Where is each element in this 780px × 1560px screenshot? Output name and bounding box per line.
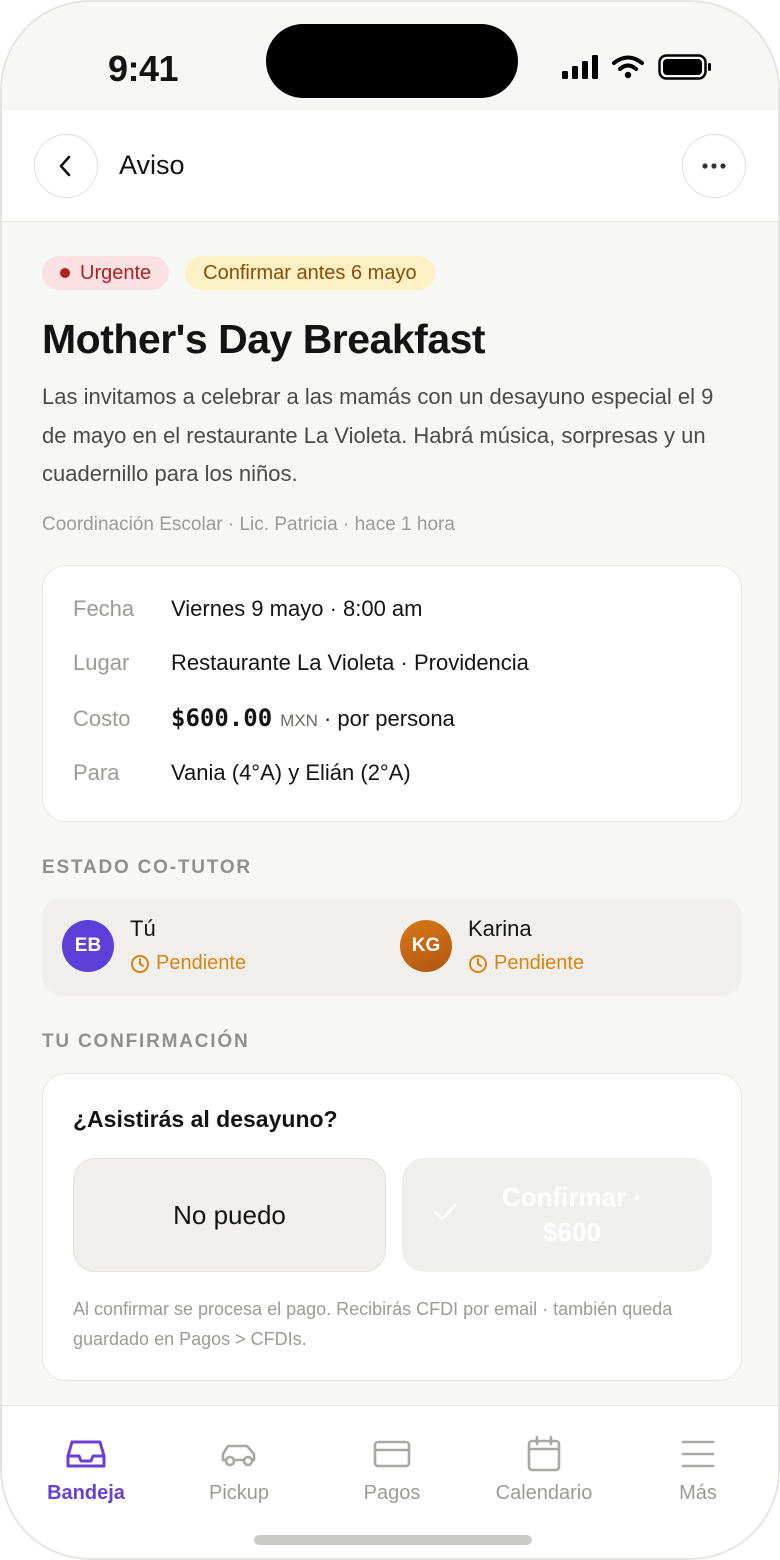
urgent-badge: Urgente	[42, 256, 170, 290]
detail-label: Fecha	[73, 596, 135, 621]
status-pending: Pendiente	[468, 952, 584, 975]
detail-row-place: Lugar Restaurante La Violeta · Providenc…	[73, 650, 529, 676]
detail-row-for: Para Vania (4°A) y Elián (2°A)	[73, 760, 411, 786]
detail-value: Vania (4°A) y Elián (2°A)	[171, 760, 411, 785]
event-details-card: Fecha Viernes 9 mayo · 8:00 am Lugar Res…	[42, 565, 742, 822]
notice-title: Mother's Day Breakfast	[42, 316, 486, 362]
avatar: KG	[400, 920, 452, 972]
check-icon	[433, 1203, 457, 1221]
more-options-button[interactable]	[682, 134, 746, 198]
detail-value: Viernes 9 mayo · 8:00 am	[171, 596, 423, 621]
status-icons	[562, 54, 712, 80]
tab-label: Pagos	[363, 1482, 421, 1504]
cotutor-status-panel: EB Tú Pendiente KG Karina Pendiente	[42, 898, 742, 996]
tab-label: Pickup	[208, 1482, 270, 1504]
tab-calendario[interactable]: Calendario	[468, 1436, 620, 1505]
tab-mas[interactable]: Más	[622, 1436, 774, 1505]
tab-label: Bandeja	[47, 1482, 125, 1504]
battery-icon	[658, 54, 711, 80]
car-icon	[221, 1444, 256, 1467]
tab-label: Más	[679, 1482, 717, 1504]
page-title: Aviso	[119, 150, 185, 180]
chevron-left-icon	[59, 155, 71, 177]
back-button[interactable]	[34, 134, 98, 198]
avatar: EB	[62, 920, 114, 972]
detail-label: Costo	[73, 706, 131, 731]
cotutor-section-label: ESTADO CO-TUTOR	[42, 857, 252, 878]
dynamic-island	[266, 24, 518, 98]
inbox-icon	[66, 1440, 106, 1468]
ellipsis-icon	[702, 163, 726, 169]
app-header: Aviso	[2, 110, 778, 222]
detail-label: Lugar	[73, 650, 130, 675]
attendance-question: ¿Asistirás al desayuno?	[73, 1106, 338, 1132]
status-text: Pendiente	[494, 952, 585, 974]
tab-label: Calendario	[495, 1482, 593, 1504]
detail-row-cost: Costo $600.00 MXN · por persona	[73, 704, 455, 732]
status-bar: 9:41	[2, 2, 778, 110]
cotutor-person-karina: KG Karina Pendiente	[400, 916, 584, 975]
tab-pickup[interactable]: Pickup	[163, 1436, 315, 1505]
payment-note: Al confirmar se procesa el pago. Recibir…	[73, 1299, 673, 1349]
status-pending: Pendiente	[130, 952, 246, 975]
person-name: Tú	[130, 916, 156, 941]
credit-card-icon	[373, 1440, 411, 1468]
clock-icon	[469, 954, 487, 973]
confirmation-section-label: TU CONFIRMACIÓN	[42, 1031, 250, 1052]
menu-icon	[681, 1440, 715, 1468]
cost-suffix: · por persona	[323, 706, 455, 731]
tab-pagos[interactable]: Pagos	[316, 1436, 468, 1505]
confirm-button-label: Confirmar · $600	[501, 1182, 643, 1247]
status-time: 9:41	[108, 48, 179, 89]
tab-bandeja[interactable]: Bandeja	[10, 1436, 162, 1505]
detail-label: Para	[73, 760, 120, 785]
signal-icon	[562, 55, 598, 79]
status-text: Pendiente	[156, 952, 247, 974]
detail-value: Restaurante La Violeta · Providencia	[171, 650, 529, 675]
cost-amount: $600.00	[171, 704, 273, 732]
cotutor-person-self: EB Tú Pendiente	[62, 916, 246, 975]
notice-meta: Coordinación Escolar · Lic. Patricia · h…	[42, 514, 455, 535]
decline-button[interactable]: No puedo	[73, 1158, 386, 1272]
clock-icon	[131, 954, 149, 973]
urgent-badge-label: Urgente	[80, 261, 152, 284]
phone-frame: 9:41 Aviso Urgente Confirmar antes 6 may…	[0, 0, 780, 1560]
calendar-icon	[527, 1436, 561, 1472]
notice-description: Las invitamos a celebrar a las mamás con…	[42, 384, 714, 486]
wifi-icon	[612, 55, 644, 79]
urgent-dot-icon	[60, 268, 70, 278]
notice-badges: Urgente Confirmar antes 6 mayo	[42, 256, 435, 290]
home-indicator[interactable]	[254, 1535, 532, 1545]
person-name: Karina	[468, 916, 532, 941]
deadline-badge: Confirmar antes 6 mayo	[185, 256, 435, 290]
confirm-pay-button[interactable]: Confirmar · $600	[402, 1158, 712, 1272]
confirmation-card: ¿Asistirás al desayuno? No puedo Confirm…	[42, 1073, 742, 1381]
detail-row-date: Fecha Viernes 9 mayo · 8:00 am	[73, 596, 423, 622]
cost-currency: MXN	[280, 711, 318, 730]
